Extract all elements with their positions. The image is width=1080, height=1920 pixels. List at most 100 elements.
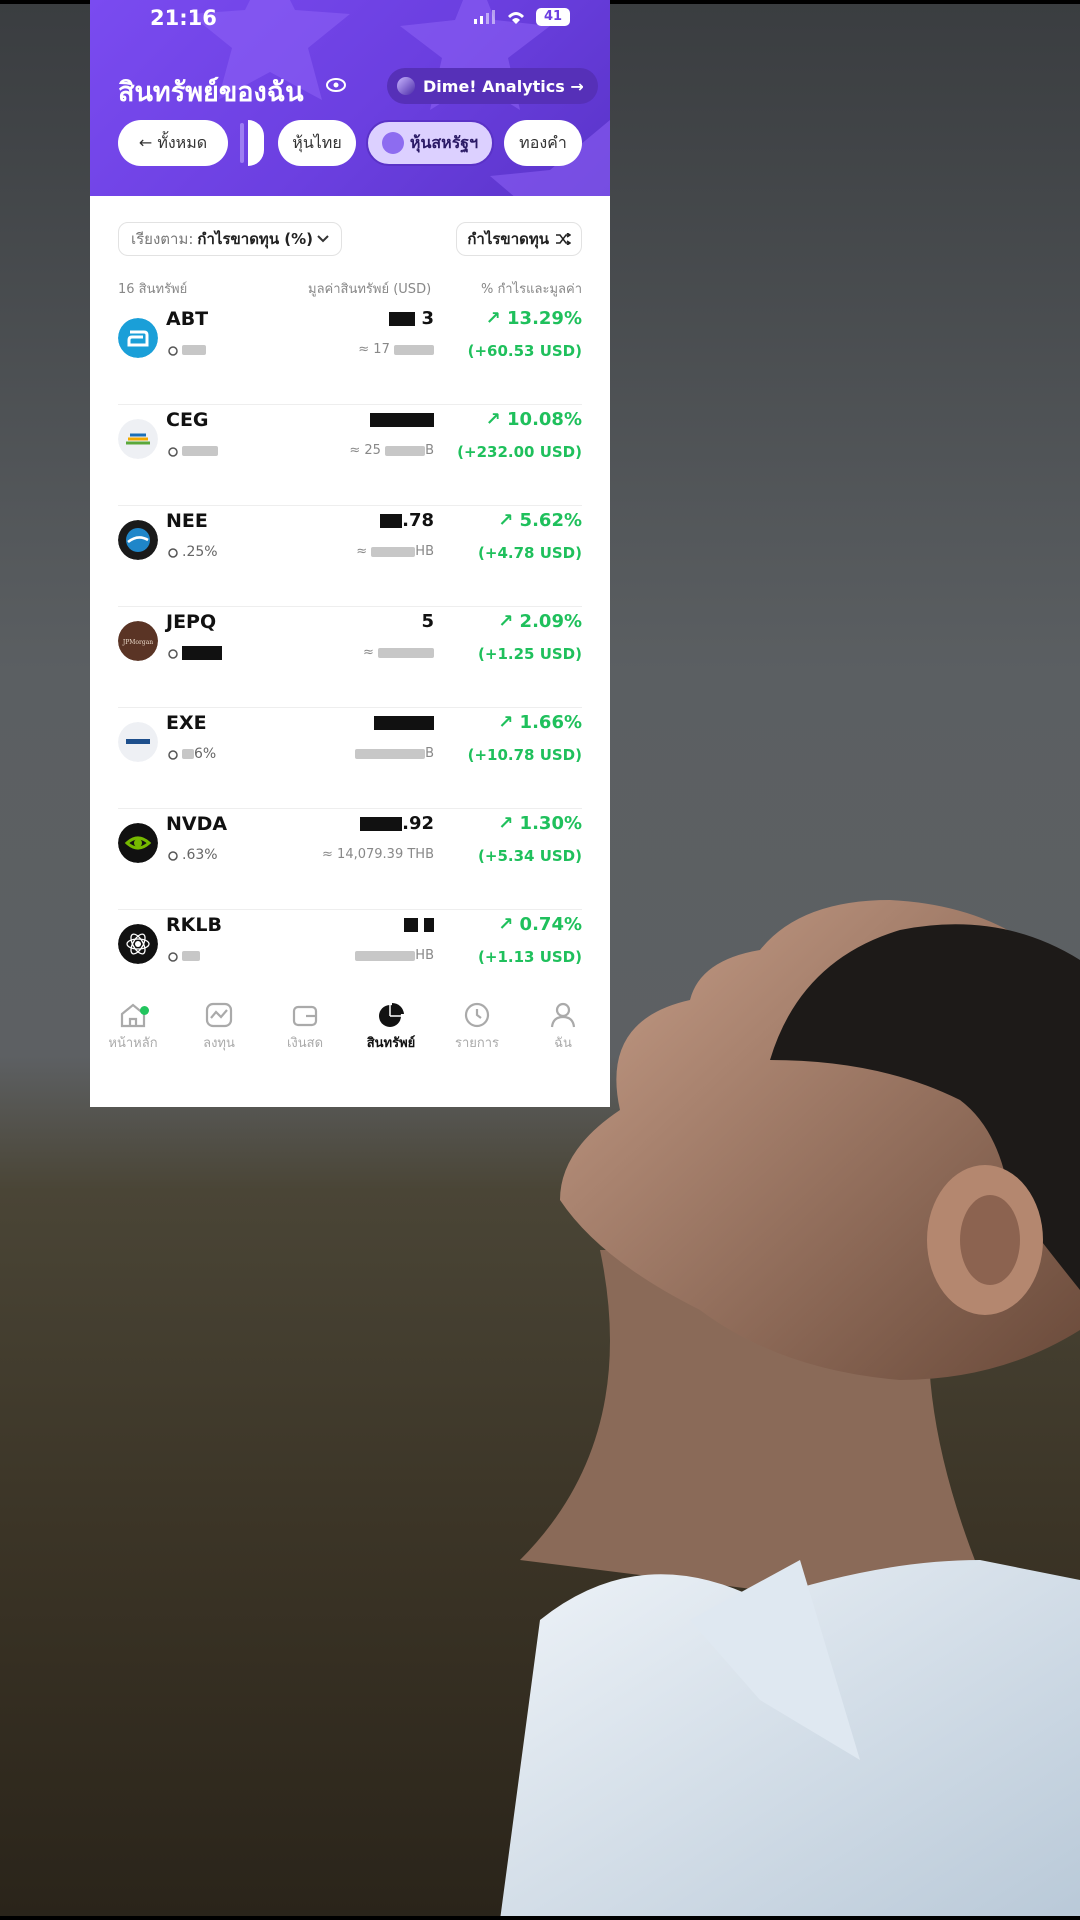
profit-percent: ↗ 10.08% (485, 409, 582, 430)
user-icon (550, 1002, 576, 1028)
app-screenshot: 21:16 41 สินทรัพย์ของฉัน Dime! Analytics… (90, 0, 610, 1107)
ticker: ABT (166, 308, 209, 330)
chip-gold[interactable]: ทองคำ (504, 120, 582, 166)
asset-row[interactable]: NVDA .63% .92 ≈ 14,079.39 THB ↗ 1.30% (+… (118, 809, 582, 910)
daily-change (182, 443, 218, 459)
clock-icon (168, 649, 178, 659)
tab-label: ฉัน (554, 1036, 572, 1051)
daily-change: .25% (182, 544, 218, 560)
asset-value-thb: ≈ 17 (358, 342, 434, 357)
profit-column-header: % กำไรและมูลค่า (480, 282, 582, 297)
asset-count: 16 สินทรัพย์ (118, 282, 188, 297)
ticker: NVDA (166, 813, 228, 835)
clock-icon (168, 548, 178, 558)
tab-cash[interactable]: เงินสด (262, 1002, 348, 1053)
tab-label: เงินสด (286, 1036, 324, 1051)
signal-icon (474, 10, 495, 24)
asset-row[interactable]: JPMorgan JEPQ 5 ≈ ↗ 2.09% (+1.25 USD) (118, 607, 582, 708)
profit-toggle-button[interactable]: กำไรขาดทุน (456, 222, 582, 256)
profit-toggle-label: กำไรขาดทุน (467, 230, 549, 248)
wifi-icon (508, 11, 524, 24)
profit-percent: ↗ 0.74% (498, 914, 582, 935)
asset-row[interactable]: NEE .25% .78 ≈ HB ↗ 5.62% (+4.78 USD) (118, 506, 582, 607)
chevron-down-icon (317, 235, 329, 243)
daily-change: 6% (182, 746, 216, 762)
ticker: CEG (166, 409, 209, 431)
profit-usd: (+232.00 USD) (457, 443, 582, 461)
svg-text:JPMorgan: JPMorgan (122, 639, 153, 646)
asset-value (374, 712, 434, 733)
status-time: 21:16 (150, 6, 217, 30)
daily-change (182, 948, 200, 964)
header: 21:16 41 สินทรัพย์ของฉัน Dime! Analytics… (90, 0, 610, 196)
tab-label: หน้าหลัก (108, 1036, 158, 1051)
asset-value-thb: ≈ 14,079.39 THB (322, 847, 434, 862)
daily-change: .63% (182, 847, 218, 863)
page-title: สินทรัพย์ของฉัน (118, 77, 304, 108)
tab-label: รายการ (454, 1036, 500, 1051)
tab-assets[interactable]: สินทรัพย์ (348, 1002, 434, 1053)
chip-all[interactable]: ← ทั้งหมด (118, 120, 228, 166)
analytics-label: Dime! Analytics → (423, 76, 584, 96)
tab-history[interactable]: รายการ (434, 1002, 520, 1053)
wallet-icon (292, 1005, 318, 1027)
profit-percent: ↗ 13.29% (485, 308, 582, 329)
profit-percent: ↗ 1.30% (498, 813, 582, 834)
chip-thai[interactable]: หุ้นไทย (278, 120, 356, 166)
profit-usd: (+4.78 USD) (478, 544, 582, 562)
asset-value (403, 914, 434, 935)
status-icons: 41 (474, 8, 570, 26)
tab-label: ลงทุน (203, 1036, 235, 1051)
sort-select[interactable]: เรียงตาม: กำไรขาดทุน (%) (118, 222, 343, 256)
asset-value: .92 (360, 813, 434, 834)
notification-dot (140, 1006, 149, 1015)
ticker: RKLB (166, 914, 222, 936)
jepq-logo-icon: JPMorgan (118, 621, 158, 661)
tab-invest[interactable]: ลงทุน (176, 1002, 262, 1053)
ceg-logo-icon (118, 419, 158, 459)
analytics-button[interactable]: Dime! Analytics → (387, 68, 598, 104)
bottom-tab-bar: หน้าหลัก ลงทุน เงินสด สินทรัพย์ รายการ ฉ… (90, 994, 610, 1070)
pie-icon (379, 1002, 404, 1027)
tab-profile[interactable]: ฉัน (520, 1002, 606, 1053)
tab-label: สินทรัพย์ (366, 1036, 416, 1051)
asset-value-thb: ≈ HB (356, 544, 434, 559)
profit-usd: (+10.78 USD) (467, 746, 582, 764)
profit-usd: (+60.53 USD) (467, 342, 582, 360)
clock-icon (168, 346, 178, 356)
profit-usd: (+1.25 USD) (478, 645, 582, 663)
clock-icon (168, 952, 178, 962)
asset-value-thb: ≈ (363, 645, 434, 660)
chip-us-label: หุ้นสหรัฐฯ (409, 132, 479, 152)
profit-usd: (+5.34 USD) (478, 847, 582, 865)
asset-value: 3 (389, 308, 434, 329)
profit-usd: (+1.13 USD) (478, 948, 582, 966)
profit-percent: ↗ 1.66% (498, 712, 582, 733)
asset-row[interactable]: EXE 6% B ↗ 1.66% (+10.78 USD) (118, 708, 582, 809)
list-controls: เรียงตาม: กำไรขาดทุน (%) กำไรขาดทุน (118, 222, 582, 258)
asset-value (370, 409, 434, 430)
exe-logo-icon (118, 722, 158, 762)
sort-prefix: เรียงตาม: (131, 230, 194, 248)
ticker: JEPQ (166, 611, 217, 633)
sort-value: กำไรขาดทุน (%) (197, 230, 314, 248)
eye-icon[interactable] (326, 78, 346, 92)
history-icon (464, 1002, 490, 1028)
nvda-logo-icon (118, 823, 158, 863)
daily-change (182, 342, 206, 358)
asset-row[interactable]: CEG ≈ 25 B ↗ 10.08% (+232.00 USD) (118, 405, 582, 506)
analytics-logo-icon (397, 77, 415, 95)
ticker: EXE (166, 712, 207, 734)
ticker: NEE (166, 510, 208, 532)
clock-icon (168, 750, 178, 760)
column-headers: 16 สินทรัพย์ มูลค่าสินทรัพย์ (USD) % กำไ… (118, 278, 582, 298)
nee-logo-icon (118, 520, 158, 560)
asset-value-thb: ≈ 25 B (349, 443, 434, 458)
invest-icon (205, 1002, 233, 1028)
bottom-border (0, 1916, 1080, 1920)
tab-home[interactable]: หน้าหลัก (90, 1002, 176, 1053)
clock-icon (168, 447, 178, 457)
profit-percent: ↗ 5.62% (498, 510, 582, 531)
asset-row[interactable]: ABT 3 ≈ 17 ↗ 13.29% (+60.53 USD) (118, 304, 582, 405)
chip-us[interactable]: หุ้นสหรัฐฯ (366, 120, 494, 166)
